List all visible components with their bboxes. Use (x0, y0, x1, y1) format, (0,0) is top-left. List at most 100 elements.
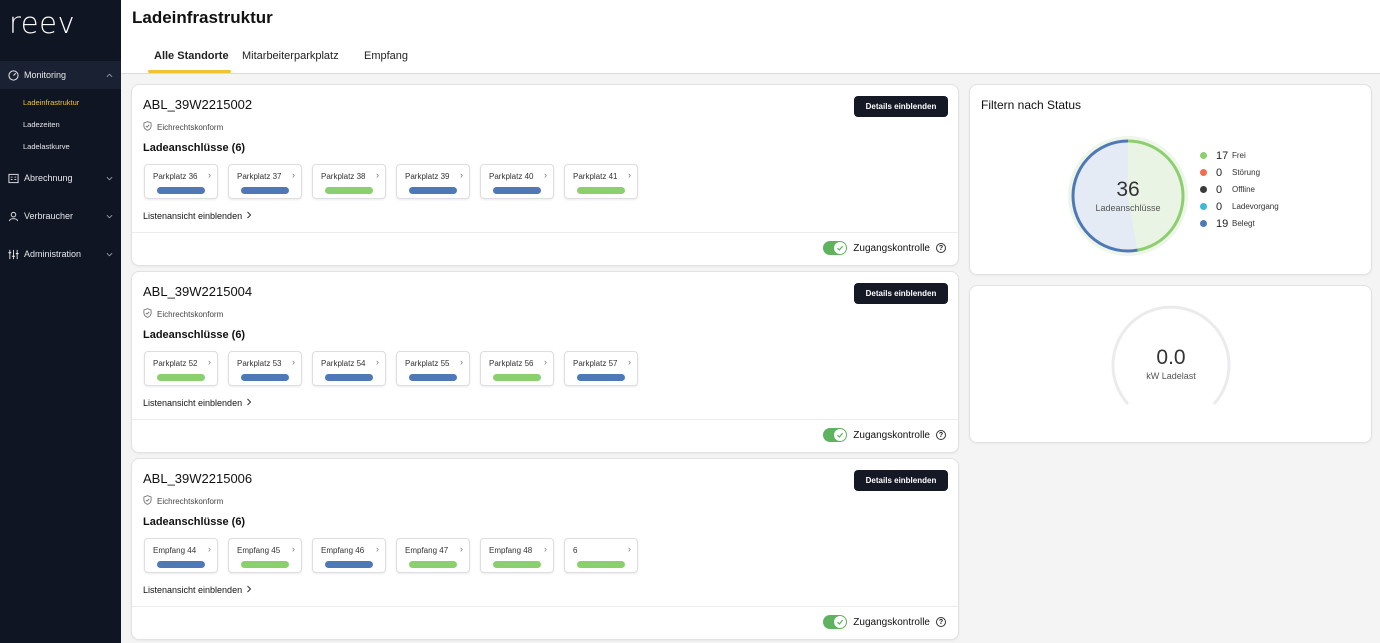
chevron-right-icon (246, 211, 252, 221)
station-card: ABL_39W2215004 Eichrechtskonform Details… (131, 271, 959, 453)
check-icon (834, 242, 847, 254)
port-card[interactable]: Parkplatz 52 › (144, 351, 218, 386)
ports-list: Parkplatz 52 › Parkplatz 53 › Parkplatz … (144, 351, 638, 386)
list-view-link[interactable]: Listenansicht einblenden (143, 585, 252, 595)
port-card[interactable]: Parkplatz 53 › (228, 351, 302, 386)
user-icon (7, 210, 20, 223)
legend-item-stoerung[interactable]: 0 Störung (1200, 164, 1279, 181)
chevron-right-icon: › (460, 544, 463, 554)
nav-group-monitoring[interactable]: Monitoring (0, 61, 121, 89)
chevron-right-icon: › (292, 357, 295, 367)
port-status-bar (241, 561, 289, 568)
legend-label: Offline (1232, 185, 1255, 194)
divider (132, 232, 958, 233)
legend-item-offline[interactable]: 0 Offline (1200, 181, 1279, 198)
chevron-right-icon: › (544, 544, 547, 554)
sliders-icon (7, 248, 20, 261)
chevron-right-icon: › (376, 544, 379, 554)
port-status-bar (241, 187, 289, 194)
access-control: Zugangskontrolle ? (823, 615, 946, 629)
port-card[interactable]: Parkplatz 36 › (144, 164, 218, 199)
port-card[interactable]: 6 › (564, 538, 638, 573)
port-card[interactable]: Empfang 47 › (396, 538, 470, 573)
details-button[interactable]: Details einblenden (854, 283, 948, 304)
tab-mitarbeiterparkplatz[interactable]: Mitarbeiterparkplatz (242, 50, 339, 62)
chevron-right-icon: › (460, 170, 463, 180)
port-card[interactable]: Empfang 46 › (312, 538, 386, 573)
port-card[interactable]: Empfang 45 › (228, 538, 302, 573)
sidebar-item-ladelastkurve[interactable]: Ladelastkurve (23, 142, 70, 151)
help-icon[interactable]: ? (936, 430, 946, 440)
port-card[interactable]: Parkplatz 41 › (564, 164, 638, 199)
divider (132, 419, 958, 420)
list-view-link[interactable]: Listenansicht einblenden (143, 398, 252, 408)
port-card[interactable]: Parkplatz 54 › (312, 351, 386, 386)
port-card[interactable]: Empfang 44 › (144, 538, 218, 573)
list-view-label: Listenansicht einblenden (143, 398, 243, 408)
load-gauge: 0.0 kW Ladelast (1111, 305, 1231, 406)
legend-dot (1200, 186, 1207, 193)
help-icon[interactable]: ? (936, 243, 946, 253)
donut-total: 36 (1116, 178, 1139, 201)
chevron-right-icon: › (544, 170, 547, 180)
port-label: Parkplatz 56 (489, 359, 534, 368)
nav-group-label: Administration (24, 249, 82, 259)
nav-group-abrechnung[interactable]: Abrechnung (0, 164, 121, 192)
port-status-bar (409, 374, 457, 381)
page-header: Ladeinfrastruktur Alle Standorte Mitarbe… (121, 0, 1380, 74)
port-card[interactable]: Empfang 48 › (480, 538, 554, 573)
port-card[interactable]: Parkplatz 39 › (396, 164, 470, 199)
access-control-toggle[interactable] (823, 241, 848, 255)
chevron-right-icon: › (292, 544, 295, 554)
port-status-bar (325, 374, 373, 381)
legend-item-belegt[interactable]: 19 Belegt (1200, 215, 1279, 232)
details-button[interactable]: Details einblenden (854, 96, 948, 117)
tab-alle-standorte[interactable]: Alle Standorte (154, 50, 229, 62)
access-control-toggle[interactable] (823, 615, 848, 629)
donut-total-label: Ladeanschlüsse (1095, 203, 1160, 213)
list-view-link[interactable]: Listenansicht einblenden (143, 211, 252, 221)
chevron-down-icon (104, 250, 114, 259)
port-card[interactable]: Parkplatz 40 › (480, 164, 554, 199)
legend-count: 0 (1216, 166, 1223, 179)
access-control-toggle[interactable] (823, 428, 848, 442)
port-label: Parkplatz 36 (153, 172, 198, 181)
station-card: ABL_39W2215006 Eichrechtskonform Details… (131, 458, 959, 640)
help-icon[interactable]: ? (936, 617, 946, 627)
details-button[interactable]: Details einblenden (854, 470, 948, 491)
tab-empfang[interactable]: Empfang (364, 50, 408, 62)
port-card[interactable]: Parkplatz 37 › (228, 164, 302, 199)
sidebar-item-ladeinfrastruktur[interactable]: Ladeinfrastruktur (23, 98, 79, 107)
legend-dot (1200, 169, 1207, 176)
reev-logo[interactable]: reev (9, 6, 75, 40)
port-card[interactable]: Parkplatz 56 › (480, 351, 554, 386)
port-card[interactable]: Parkplatz 57 › (564, 351, 638, 386)
list-view-label: Listenansicht einblenden (143, 585, 243, 595)
station-card: ABL_39W2215002 Eichrechtskonform Details… (131, 84, 959, 266)
port-status-bar (157, 561, 205, 568)
port-status-bar (577, 187, 625, 194)
status-donut-chart[interactable]: 36 Ladeanschlüsse (1058, 126, 1198, 266)
sidebar-item-ladezeiten[interactable]: Ladezeiten (23, 120, 60, 129)
port-status-bar (325, 187, 373, 194)
nav-group-administration[interactable]: Administration (0, 240, 121, 268)
chevron-right-icon: › (460, 357, 463, 367)
port-status-bar (241, 374, 289, 381)
port-label: Parkplatz 57 (573, 359, 618, 368)
port-label: Parkplatz 38 (321, 172, 366, 181)
status-legend: 17 Frei 0 Störung 0 Offline 0 Ladevorgan… (1200, 147, 1279, 232)
port-card[interactable]: Parkplatz 55 › (396, 351, 470, 386)
invoice-icon (7, 172, 20, 185)
port-status-bar (577, 561, 625, 568)
legend-item-frei[interactable]: 17 Frei (1200, 147, 1279, 164)
calibration-info: Eichrechtskonform (143, 495, 223, 507)
legend-label: Frei (1232, 151, 1246, 160)
legend-count: 0 (1216, 183, 1223, 196)
legend-dot (1200, 203, 1207, 210)
shield-icon (143, 308, 152, 320)
port-label: Empfang 44 (153, 546, 197, 555)
access-control: Zugangskontrolle ? (823, 241, 946, 255)
legend-item-ladevorgang[interactable]: 0 Ladevorgang (1200, 198, 1279, 215)
nav-group-verbraucher[interactable]: Verbraucher (0, 202, 121, 230)
port-card[interactable]: Parkplatz 38 › (312, 164, 386, 199)
